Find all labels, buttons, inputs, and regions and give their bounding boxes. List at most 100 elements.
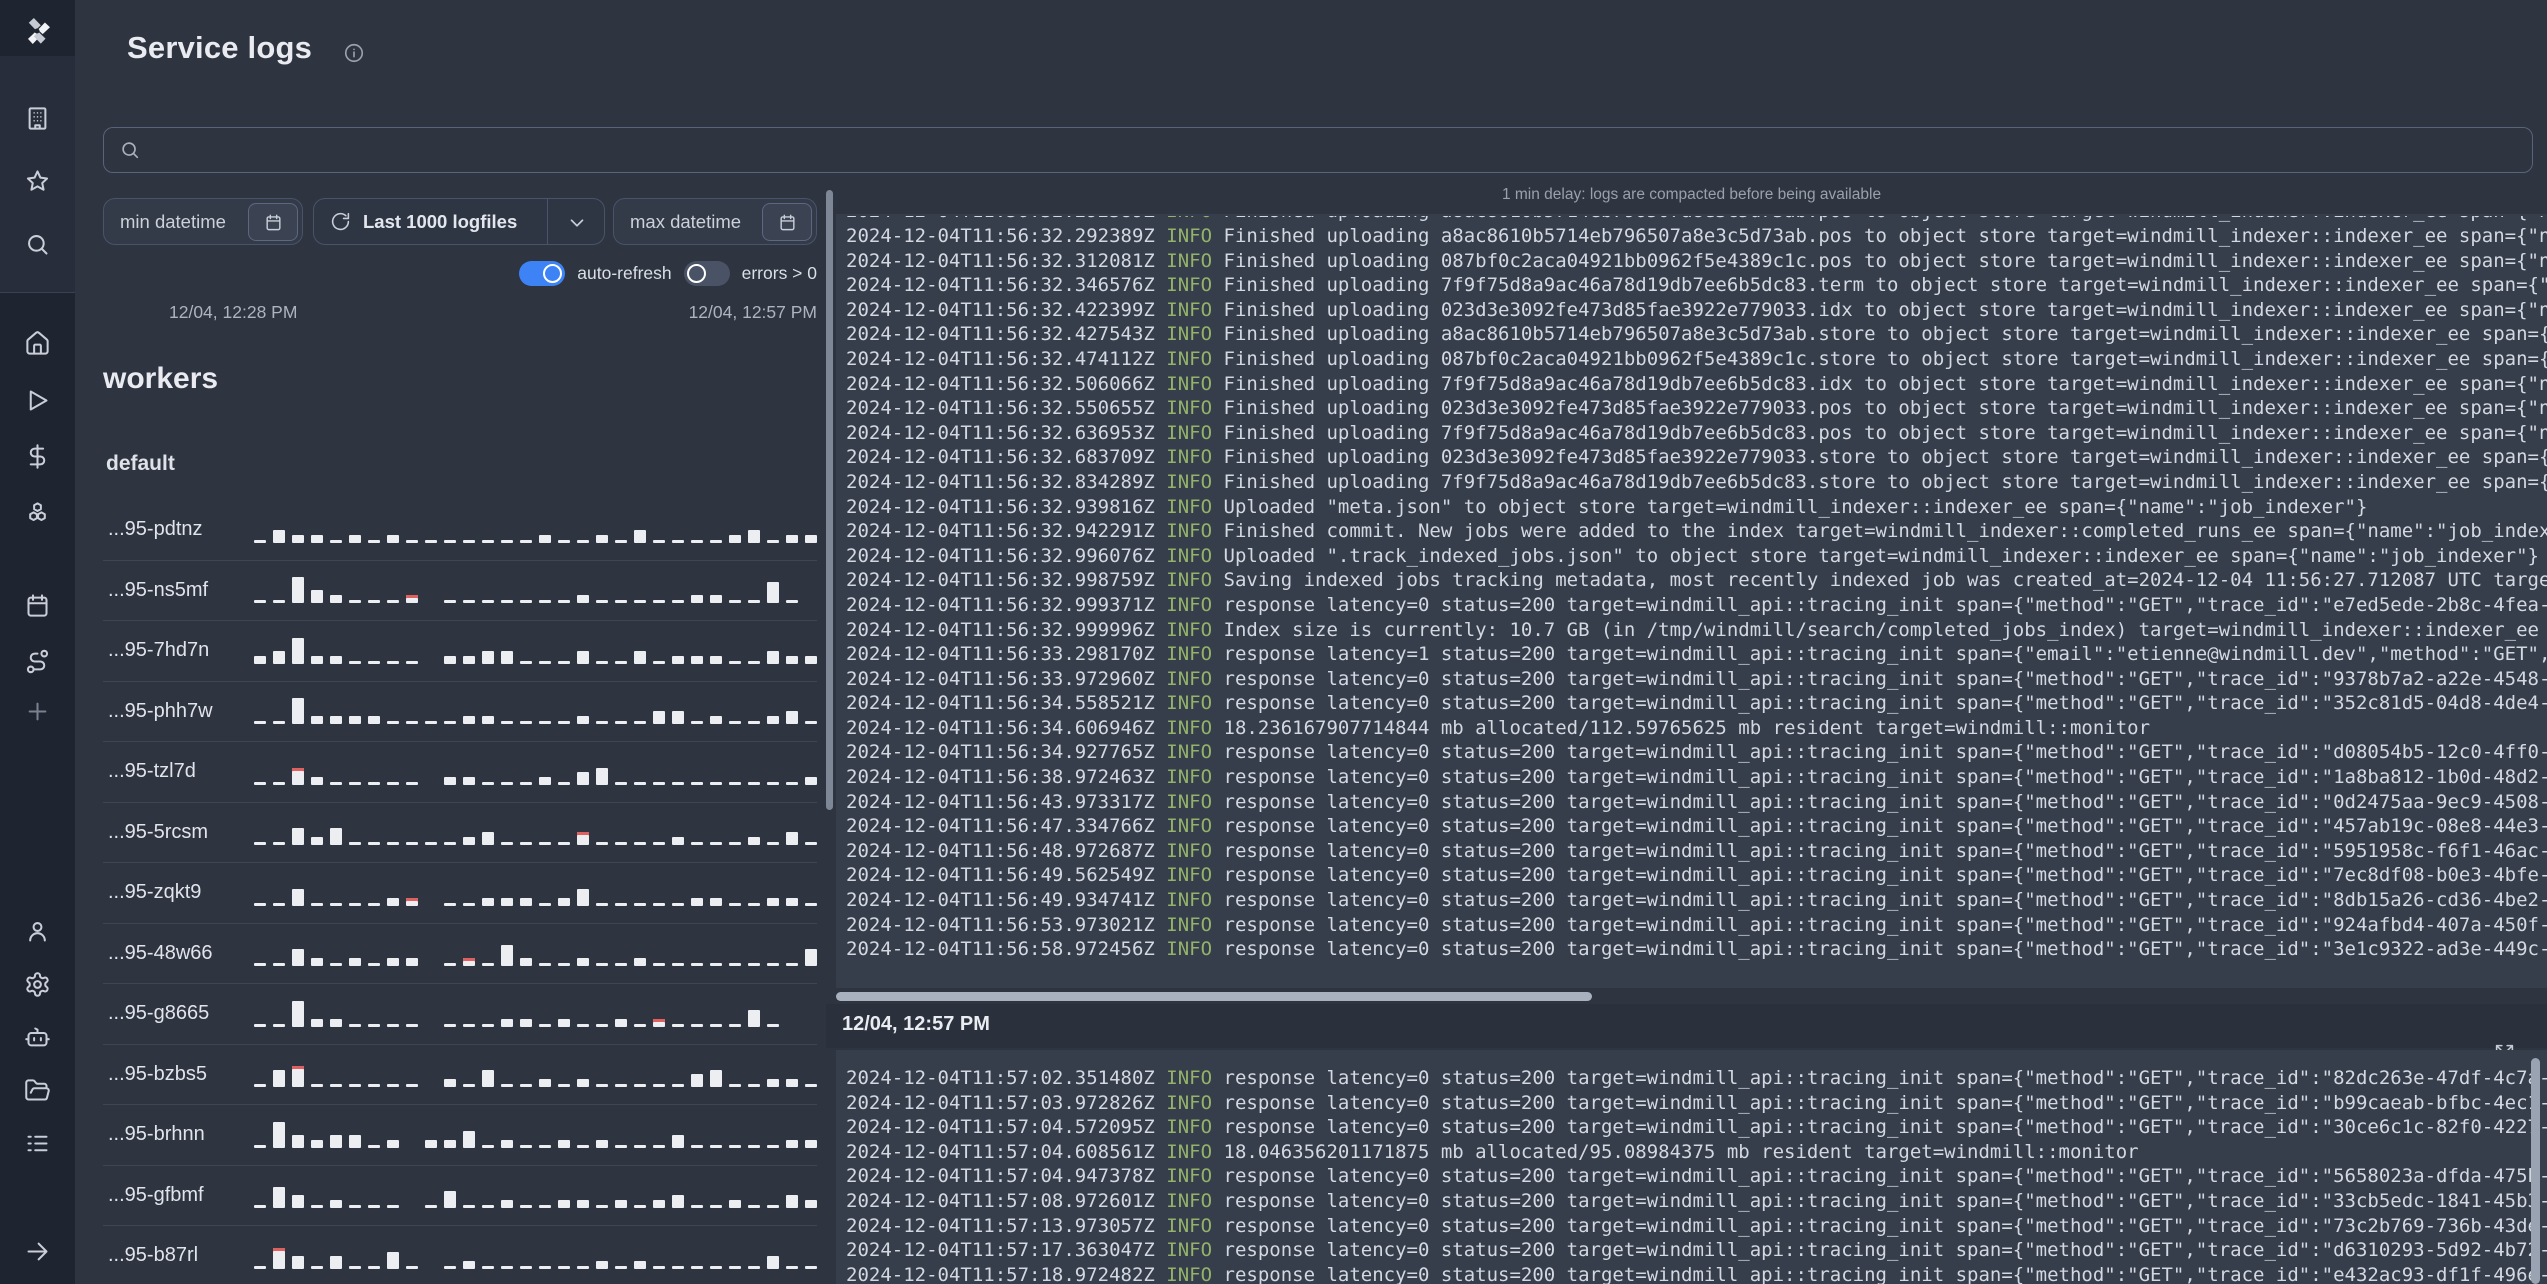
log-timestamp: 2024-12-04T11:57:04.572095Z (846, 1116, 1155, 1139)
left-panel-scrollbar[interactable] (826, 190, 833, 810)
sparkline-bar (615, 660, 627, 664)
search-input[interactable] (151, 139, 2532, 161)
chevron-down-icon[interactable] (566, 212, 588, 234)
sidebar-expand-icon[interactable] (24, 1238, 51, 1265)
info-icon[interactable] (343, 42, 365, 64)
sparkline-bar (368, 963, 380, 967)
worker-row[interactable]: ...95-5rcsm (103, 803, 817, 863)
worker-row[interactable]: ...95-g8665 (103, 984, 817, 1045)
sidebar-item-home[interactable] (24, 330, 51, 357)
worker-row[interactable]: ...95-tzl7d (103, 742, 817, 803)
sparkline-bar (767, 842, 779, 846)
log-timestamp: 2024-12-04T11:56:32.427543Z (846, 323, 1155, 346)
workers-heading: workers (103, 362, 219, 395)
log-line: 2024-12-04T11:56:32.292389Z INFO Finishe… (846, 216, 2547, 224)
sparkline-bar (330, 716, 342, 725)
log-level: INFO (1154, 741, 1224, 764)
sparkline-bar (292, 534, 304, 543)
sparkline-bar (273, 529, 285, 543)
sparkline-bar (558, 721, 570, 725)
sidebar-item-search[interactable] (24, 231, 51, 258)
sparkline-bar (444, 902, 456, 906)
sidebar-item-schedules[interactable] (24, 592, 51, 619)
worker-row[interactable]: ...95-bzbs5 (103, 1045, 817, 1105)
sparkline-bar (786, 897, 798, 906)
sidebar-item-user[interactable] (24, 918, 51, 945)
max-datetime-calendar-button[interactable] (762, 203, 812, 241)
log-level: INFO (1154, 446, 1224, 469)
log-level: INFO (1154, 1214, 1224, 1237)
worker-name: ...95-zqkt9 (108, 881, 202, 904)
sparkline-bar (596, 721, 608, 725)
logfiles-dropdown[interactable]: Last 1000 logfiles (313, 198, 605, 245)
sidebar-item-workspace[interactable] (24, 105, 51, 132)
sidebar-item-folders[interactable] (24, 1077, 51, 1104)
worker-row[interactable]: ...95-brhnn (103, 1105, 817, 1166)
sparkline-bar (444, 776, 456, 785)
sparkline-bar (482, 716, 494, 725)
sidebar-item-resources[interactable] (24, 500, 51, 527)
sparkline-bar (577, 716, 589, 725)
sparkline-bar (805, 1200, 817, 1209)
log-level: INFO (1154, 889, 1224, 912)
max-datetime-input[interactable]: max datetime (613, 198, 817, 245)
horizontal-scrollbar[interactable] (836, 992, 1592, 1001)
sparkline-bar (292, 698, 304, 725)
sidebar-item-variables[interactable] (24, 443, 51, 470)
sidebar-item-favorites[interactable] (24, 168, 51, 195)
worker-name: ...95-bzbs5 (108, 1062, 207, 1085)
min-datetime-calendar-button[interactable] (248, 203, 298, 241)
sparkline-bar (767, 1255, 779, 1269)
log-level: INFO (1154, 938, 1224, 961)
sparkline-bar (444, 1079, 456, 1088)
sparkline-bar (311, 958, 323, 967)
sparkline-bar (292, 577, 304, 604)
sidebar-item-runs[interactable] (24, 387, 51, 414)
worker-row[interactable]: ...95-48w66 (103, 924, 817, 984)
worker-row[interactable]: ...95-phh7w (103, 682, 817, 742)
log-timestamp: 2024-12-04T11:56:32.312081Z (846, 249, 1155, 272)
sidebar-item-flows[interactable] (24, 648, 51, 675)
sparkline-bar (387, 721, 399, 725)
worker-activity-sparkline (254, 817, 817, 847)
search-icon (122, 142, 139, 159)
worker-row[interactable]: ...95-gfbmf (103, 1166, 817, 1226)
worker-row[interactable]: ...95-b87rl (103, 1226, 817, 1284)
auto-refresh-toggle[interactable] (519, 260, 566, 286)
worker-activity-sparkline (254, 1241, 817, 1271)
sparkline-bar (558, 539, 570, 543)
worker-row[interactable]: ...95-ns5mf (103, 561, 817, 621)
windmill-logo-icon[interactable] (18, 12, 56, 50)
vertical-scrollbar[interactable] (2531, 1058, 2540, 1284)
worker-name: ...95-g8665 (108, 1002, 210, 1025)
sparkline-bar (767, 781, 779, 785)
sparkline-bar (406, 842, 418, 846)
log-level: INFO (1154, 274, 1224, 297)
sparkline-bar (273, 781, 285, 785)
sparkline-bar (577, 958, 589, 967)
sparkline-bar (634, 600, 646, 604)
worker-row[interactable]: ...95-zqkt9 (103, 863, 817, 924)
worker-row[interactable]: ...95-7hd7n (103, 621, 817, 682)
sidebar-item-workers[interactable] (24, 1024, 51, 1051)
log-line: 2024-12-04T11:57:03.972826Z INFO respons… (846, 1091, 2547, 1116)
sparkline-bar (501, 1084, 513, 1088)
sparkline-bar (729, 1265, 741, 1269)
min-datetime-input[interactable]: min datetime (103, 198, 303, 245)
sparkline-bar (653, 902, 665, 906)
sparkline-bar (558, 963, 570, 967)
log-line: 2024-12-04T11:56:49.562549Z INFO respons… (846, 863, 2547, 888)
sparkline-bar (729, 1023, 741, 1027)
sparkline-bar (444, 1023, 456, 1027)
sparkline-bar (634, 529, 646, 543)
sidebar-item-add[interactable] (24, 698, 51, 725)
sparkline-bar (767, 716, 779, 725)
worker-row[interactable]: ...95-pdtnz (103, 500, 817, 561)
errors-toggle[interactable] (683, 260, 730, 286)
sparkline-bar (691, 721, 703, 725)
sparkline-bar (311, 655, 323, 664)
sidebar-item-logs[interactable] (24, 1130, 51, 1157)
sidebar-item-settings[interactable] (24, 971, 51, 998)
log-timestamp: 2024-12-04T11:56:34.606946Z (846, 716, 1155, 739)
sparkline-bar (273, 1023, 285, 1027)
